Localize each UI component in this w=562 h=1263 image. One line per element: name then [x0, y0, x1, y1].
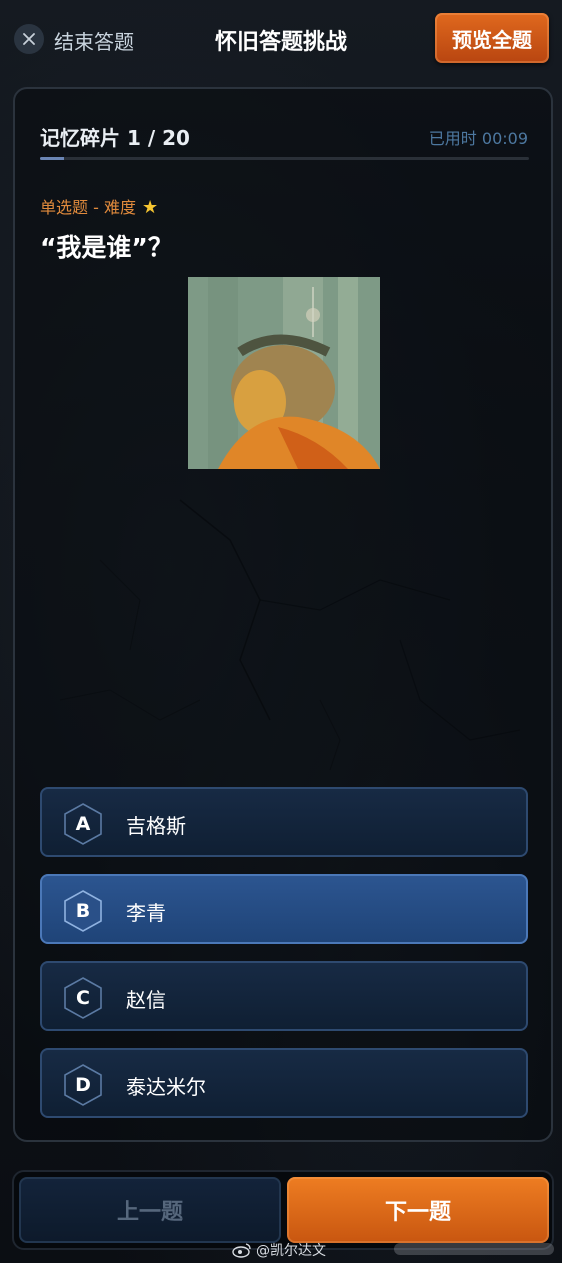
- question-counter: 记忆碎片 1 / 20: [40, 126, 190, 150]
- watermark: @凯尔达文: [232, 1240, 326, 1260]
- option-a[interactable]: A 吉格斯: [40, 787, 528, 857]
- option-d[interactable]: D 泰达米尔: [40, 1048, 528, 1118]
- option-c[interactable]: C 赵信: [40, 961, 528, 1031]
- progress-fill: [40, 157, 65, 160]
- option-letter: A: [75, 813, 91, 835]
- question-meta: 单选题 - 难度 ★: [40, 194, 158, 218]
- question-type: 单选题 - 难度: [40, 198, 136, 217]
- option-letter: D: [75, 1074, 91, 1096]
- watermark-text: @凯尔达文: [256, 1243, 326, 1259]
- question-text: “我是谁”？: [40, 233, 173, 262]
- option-text: 泰达米尔: [126, 1074, 206, 1099]
- previous-question-button[interactable]: 上一题: [19, 1177, 281, 1243]
- next-question-button[interactable]: 下一题: [287, 1177, 549, 1243]
- star-icon: ★: [141, 197, 159, 218]
- option-letter: B: [75, 900, 91, 922]
- progress-bar: [40, 157, 529, 160]
- option-text: 赵信: [126, 987, 166, 1012]
- weibo-icon: [232, 1243, 251, 1258]
- character-artwork: [188, 277, 380, 469]
- top-bar: 结束答题 怀旧答题挑战 预览全题: [0, 0, 562, 80]
- question-image: [188, 277, 380, 469]
- quiz-page: 结束答题 怀旧答题挑战 预览全题 记忆碎片 1 / 20 已用时 00:09 单…: [0, 0, 562, 1263]
- elapsed-timer: 已用时 00:09: [428, 129, 528, 148]
- option-text: 吉格斯: [126, 813, 186, 838]
- option-b[interactable]: B 李青: [40, 874, 528, 944]
- blurred-watermark: [394, 1243, 554, 1255]
- preview-all-button[interactable]: 预览全题: [435, 13, 549, 63]
- option-letter: C: [76, 987, 90, 1009]
- option-text: 李青: [126, 900, 166, 925]
